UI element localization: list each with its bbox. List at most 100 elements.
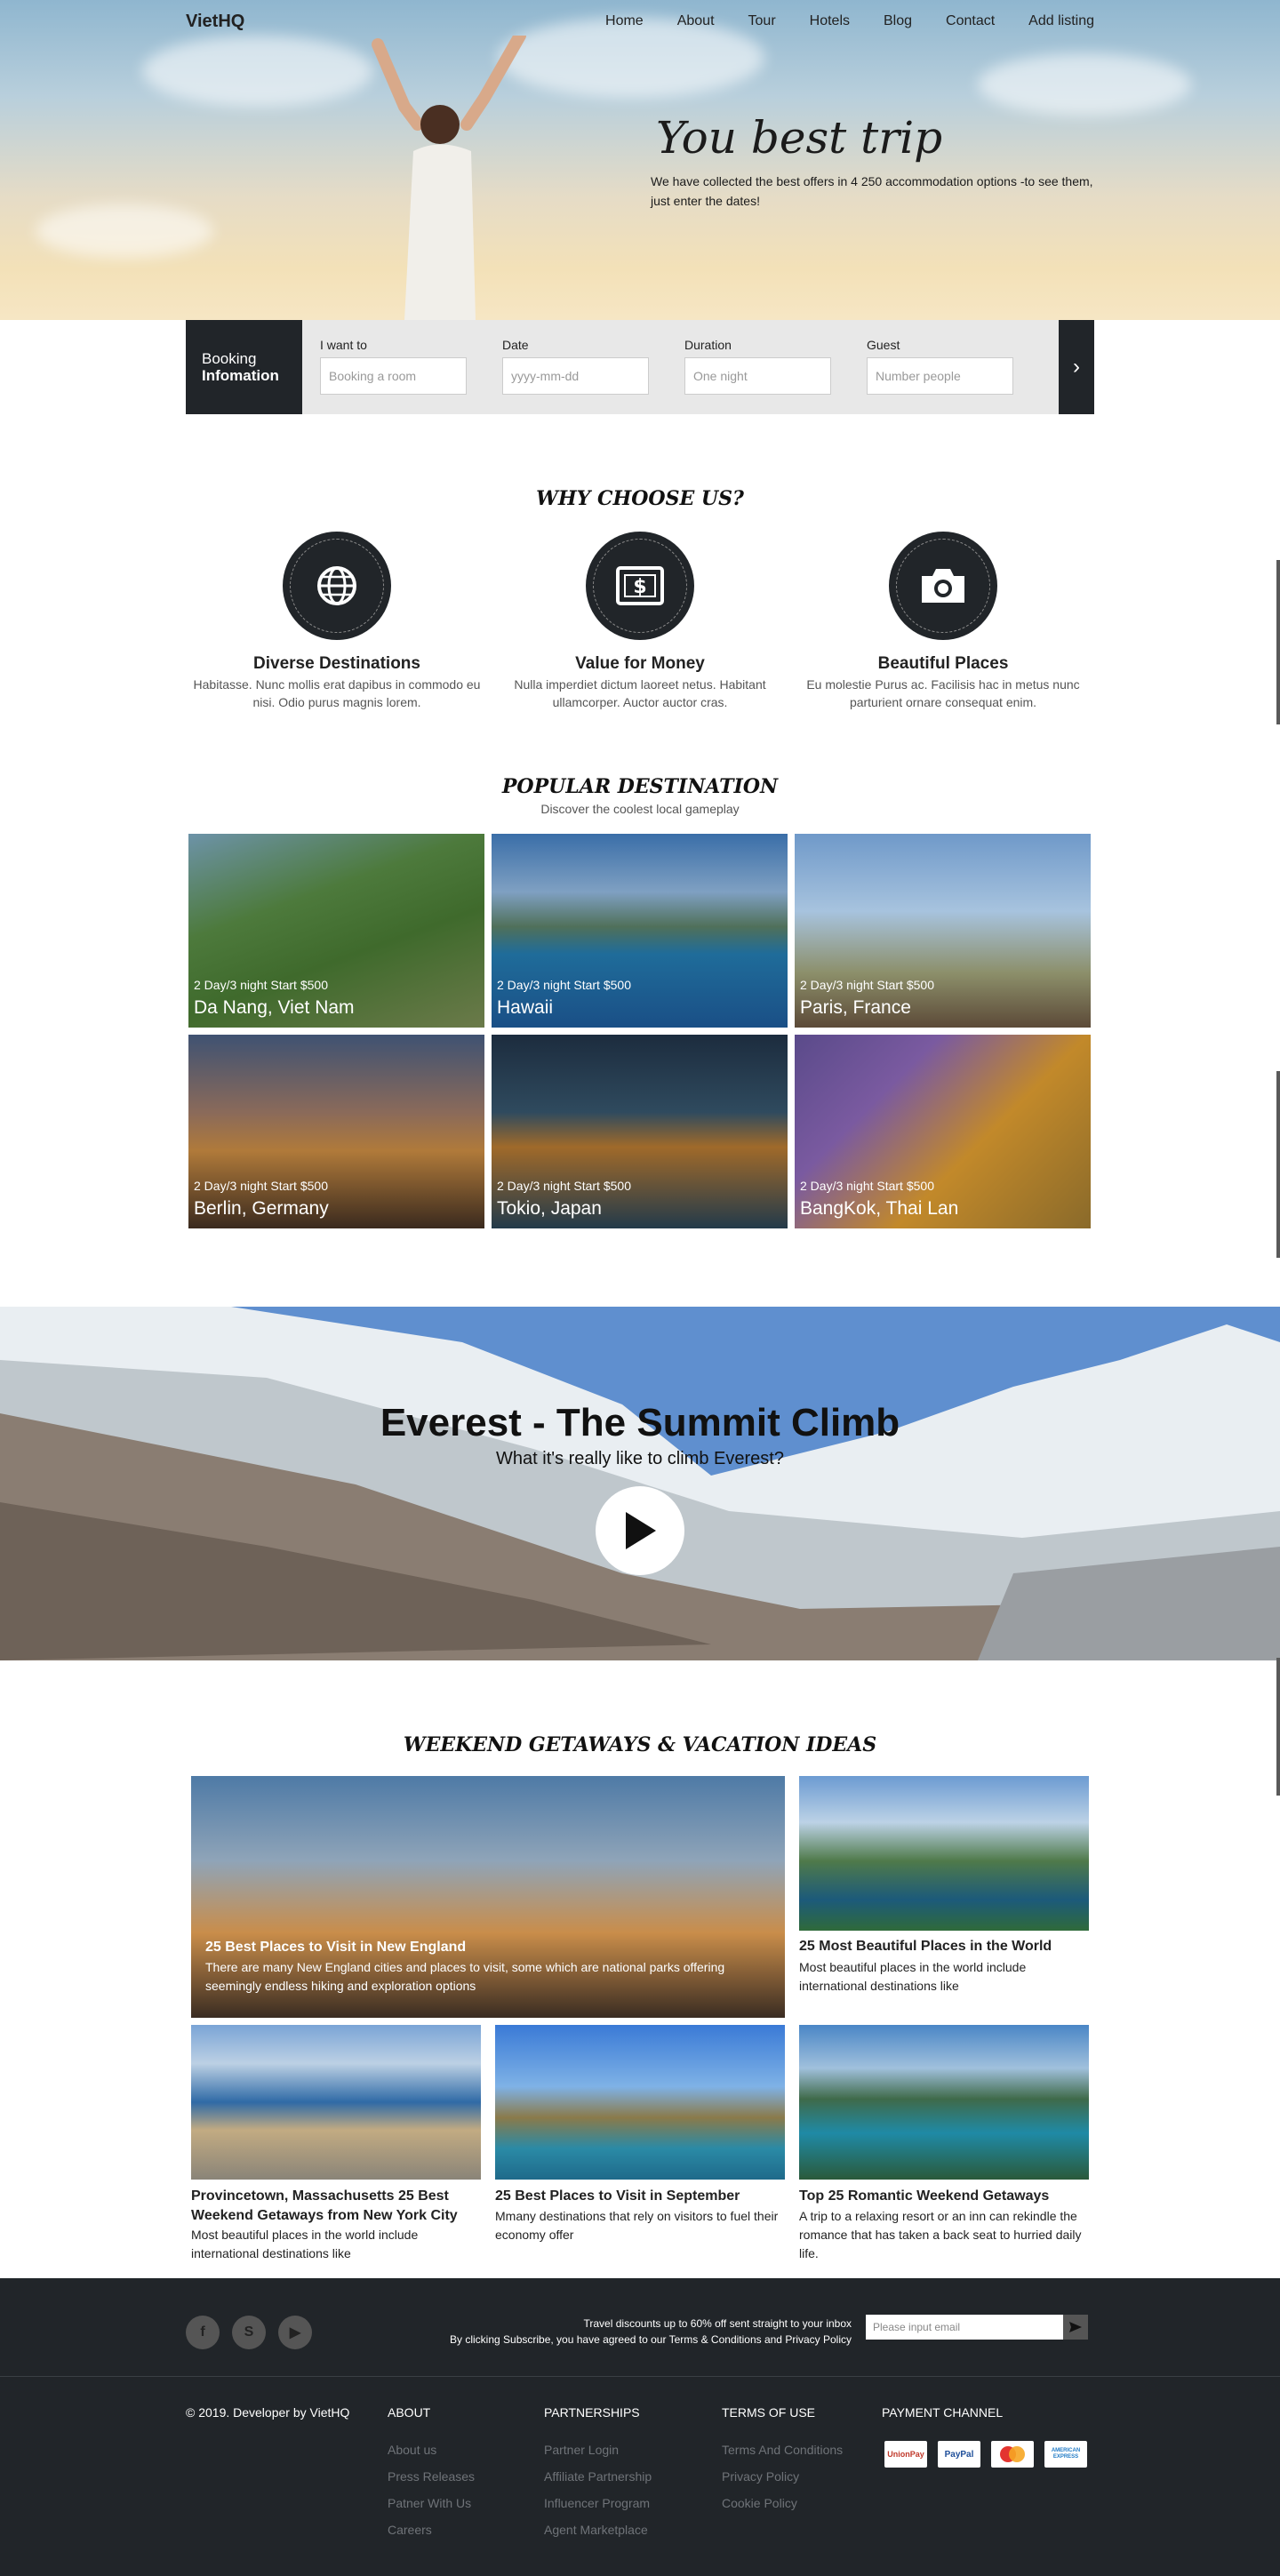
nav-item-contact[interactable]: Contact [946, 13, 995, 29]
feature-icon-circle: $ [586, 532, 694, 640]
video-banner: Everest - The Summit Climb What it's rea… [0, 1307, 1280, 1660]
email-input[interactable]: Please input email [866, 2315, 1067, 2340]
mountain-background [0, 1307, 1280, 1660]
footer-link[interactable]: Careers [388, 2523, 475, 2537]
unionpay-icon: UnionPay [884, 2441, 927, 2468]
youtube-icon[interactable]: ▶ [278, 2316, 312, 2349]
booking-field-date: Date yyyy-mm-dd [502, 338, 649, 414]
hero-person-image [372, 36, 526, 320]
money-icon: $ [616, 566, 664, 605]
facebook-icon[interactable]: f [186, 2316, 220, 2349]
play-icon [626, 1512, 656, 1549]
getaway-image [799, 1776, 1089, 1931]
destination-card[interactable]: 2 Day/3 night Start $500 Tokio, Japan [492, 1035, 788, 1228]
paypal-icon: PayPal [938, 2441, 980, 2468]
booking-submit-button[interactable]: › [1059, 320, 1094, 414]
footer-link[interactable]: About us [388, 2443, 475, 2457]
popular-destination-section: POPULAR DESTINATION Discover the coolest… [0, 775, 1280, 1228]
site-logo[interactable]: VietHQ [186, 12, 244, 32]
guest-input[interactable]: Number people [867, 357, 1013, 395]
footer-link[interactable]: Press Releases [388, 2469, 475, 2484]
destination-offer: 2 Day/3 night Start $500 [497, 1179, 631, 1193]
destination-card[interactable]: 2 Day/3 night Start $500 Hawaii [492, 834, 788, 1028]
nav-item-about[interactable]: About [677, 13, 715, 29]
play-button[interactable] [596, 1486, 684, 1575]
chevron-right-icon: › [1073, 355, 1080, 379]
hero-banner: VietHQ Home About Tour Hotels Blog Conta… [0, 0, 1280, 320]
cloud-shape [142, 36, 373, 107]
why-choose-section: WHY CHOOSE US? Diverse Destinations Habi… [0, 487, 1280, 711]
booking-label: Booking Infomation [186, 320, 302, 414]
getaway-image [799, 2025, 1089, 2180]
scrollbar-thumb[interactable] [1276, 1658, 1280, 1796]
footer-link[interactable]: Privacy Policy [722, 2469, 843, 2484]
footer-link[interactable]: Agent Marketplace [544, 2523, 652, 2537]
mastercard-icon [991, 2441, 1034, 2468]
destination-offer: 2 Day/3 night Start $500 [800, 978, 934, 992]
nav-item-home[interactable]: Home [605, 13, 644, 29]
footer-link[interactable]: Terms And Conditions [722, 2443, 843, 2457]
getaway-card[interactable]: Provincetown, Massachusetts 25 Best Week… [191, 2025, 481, 2260]
getaway-card[interactable]: Top 25 Romantic Weekend Getaways A trip … [799, 2025, 1089, 2260]
footer-col-partnerships: PARTNERSHIPS Partner Login Affiliate Par… [544, 2405, 652, 2549]
getaway-text: A trip to a relaxing resort or an inn ca… [799, 2209, 1082, 2260]
subscribe-line1: Travel discounts up to 60% off sent stra… [583, 2317, 852, 2330]
popular-title: POPULAR DESTINATION [501, 775, 779, 798]
getaway-text: Most beautiful places in the world inclu… [799, 1960, 1027, 1993]
footer-col-about: ABOUT About us Press Releases Patner Wit… [388, 2405, 475, 2549]
booking-field-guest: Guest Number people [867, 338, 1013, 414]
footer-col-title: ABOUT [388, 2405, 431, 2420]
footer-link[interactable]: Partner Login [544, 2443, 652, 2457]
hero-subtitle: We have collected the best offers in 4 2… [651, 174, 1093, 208]
weekend-getaways-section: WEEKEND GETAWAYS & VACATION IDEAS 25 Bes… [0, 1733, 1280, 2260]
nav-menu: Home About Tour Hotels Blog Contact Add … [605, 13, 1094, 29]
getaway-title: Provincetown, Massachusetts 25 Best Week… [191, 2188, 458, 2223]
nav-item-add-listing[interactable]: Add listing [1028, 13, 1094, 29]
subscribe-line2: By clicking Subscribe, you have agreed t… [450, 2333, 852, 2346]
subscribe-button[interactable] [1063, 2315, 1088, 2340]
field-label: Duration [684, 338, 732, 352]
getaway-title: 25 Best Places to Visit in New England [205, 1940, 467, 1955]
footer-link[interactable]: Affiliate Partnership [544, 2469, 652, 2484]
nav-item-hotels[interactable]: Hotels [810, 13, 850, 29]
top-nav: VietHQ Home About Tour Hotels Blog Conta… [186, 0, 1094, 43]
footer-col-terms: TERMS OF USE Terms And Conditions Privac… [722, 2405, 843, 2523]
camera-icon [922, 569, 964, 603]
destination-card[interactable]: 2 Day/3 night Start $500 Berlin, Germany [188, 1035, 484, 1228]
feature-title: Diverse Destinations [253, 654, 420, 673]
skype-icon[interactable]: S [232, 2316, 266, 2349]
feature-text: Habitasse. Nunc mollis erat dapibus in c… [193, 677, 481, 709]
getaway-title: 25 Most Beautiful Places in the World [799, 1939, 1052, 1954]
footer-link[interactable]: Patner With Us [388, 2496, 475, 2510]
footer-link[interactable]: Influencer Program [544, 2496, 652, 2510]
amex-icon: AMERICAN EXPRESS [1044, 2441, 1087, 2468]
scrollbar-thumb[interactable] [1276, 1071, 1280, 1258]
footer-col-payment: PAYMENT CHANNEL [882, 2405, 1003, 2420]
destination-card[interactable]: 2 Day/3 night Start $500 Da Nang, Viet N… [188, 834, 484, 1028]
scrollbar-thumb[interactable] [1276, 560, 1280, 724]
cloud-shape [978, 53, 1191, 116]
destination-card[interactable]: 2 Day/3 night Start $500 BangKok, Thai L… [795, 1035, 1091, 1228]
nav-item-blog[interactable]: Blog [884, 13, 912, 29]
duration-input[interactable]: One night [684, 357, 831, 395]
field-label: Date [502, 338, 529, 352]
footer-link[interactable]: Cookie Policy [722, 2496, 843, 2510]
field-label: Guest [867, 338, 900, 352]
date-input[interactable]: yyyy-mm-dd [502, 357, 649, 395]
want-input[interactable]: Booking a room [320, 357, 467, 395]
feature-beautiful-places: Beautiful Places Eu molestie Purus ac. F… [792, 532, 1094, 711]
booking-label-line1: Booking [202, 350, 257, 367]
video-subtitle: What it's really like to climb Everest? [496, 1449, 784, 1468]
footer-divider [0, 2376, 1280, 2377]
popular-subtitle: Discover the coolest local gameplay [540, 802, 740, 816]
getaway-card[interactable]: 25 Most Beautiful Places in the World Mo… [799, 1776, 1089, 2018]
destination-card[interactable]: 2 Day/3 night Start $500 Paris, France [795, 834, 1091, 1028]
booking-label-line2: Infomation [202, 367, 279, 384]
nav-item-tour[interactable]: Tour [748, 13, 776, 29]
getaway-card-featured[interactable]: 25 Best Places to Visit in New England T… [191, 1776, 785, 2018]
getaway-card[interactable]: 25 Best Places to Visit in September Mma… [495, 2025, 785, 2260]
booking-fields: I want to Booking a room Date yyyy-mm-dd… [302, 320, 1059, 414]
video-title: Everest - The Summit Climb [380, 1401, 900, 1444]
booking-bar: Booking Infomation I want to Booking a r… [186, 320, 1094, 414]
footer-col-title: TERMS OF USE [722, 2405, 816, 2420]
